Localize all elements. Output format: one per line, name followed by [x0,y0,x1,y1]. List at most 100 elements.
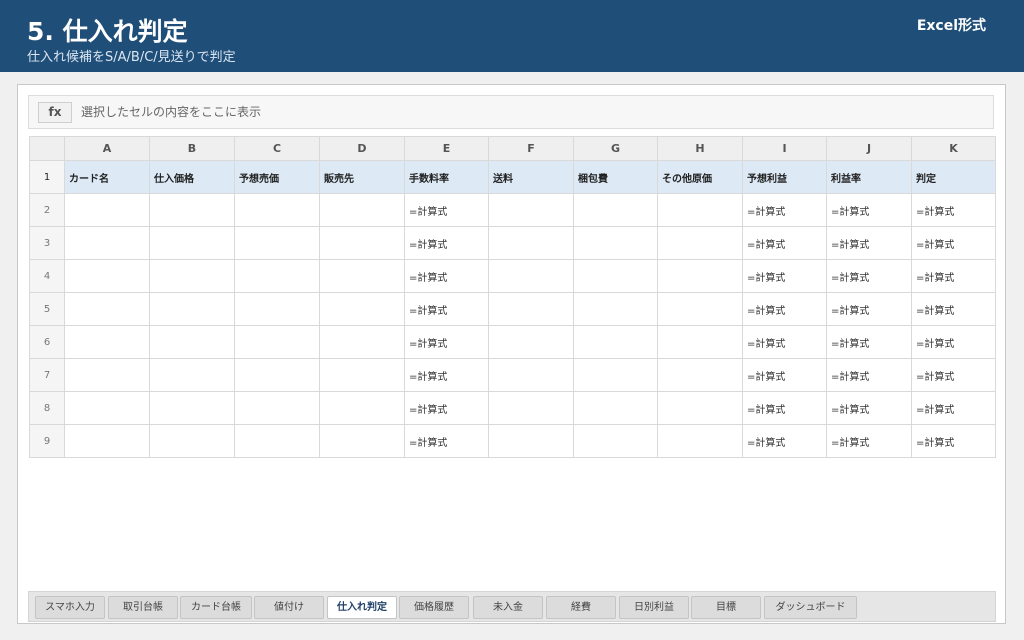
cell[interactable] [657,424,743,458]
cell[interactable]: =計算式 [742,292,827,326]
header-cell[interactable]: 予想利益 [742,160,827,194]
cell[interactable]: =計算式 [826,259,912,293]
cell[interactable]: =計算式 [826,226,912,260]
cell[interactable] [573,226,658,260]
cell[interactable] [149,226,235,260]
cell[interactable] [234,391,320,425]
cell[interactable]: =計算式 [826,424,912,458]
header-cell[interactable]: 手数料率 [404,160,489,194]
column-header[interactable]: B [149,136,235,161]
sheet-tab[interactable]: スマホ入力 [35,596,105,619]
cell[interactable] [234,226,320,260]
header-cell[interactable]: 判定 [911,160,996,194]
cell[interactable] [319,325,405,359]
cell[interactable]: =計算式 [742,391,827,425]
cell[interactable] [657,226,743,260]
cell[interactable] [149,358,235,392]
sheet-tab[interactable]: 仕入れ判定 [327,596,397,619]
column-header[interactable]: D [319,136,405,161]
cell[interactable] [319,259,405,293]
cell[interactable] [149,259,235,293]
cell[interactable] [319,292,405,326]
column-header[interactable]: J [826,136,912,161]
cell[interactable] [657,391,743,425]
cell[interactable] [149,292,235,326]
sheet-tab[interactable]: カード台帳 [180,596,252,619]
column-header[interactable]: H [657,136,743,161]
cell[interactable]: =計算式 [911,193,996,227]
cell[interactable]: =計算式 [404,325,489,359]
header-cell[interactable]: 送料 [488,160,574,194]
cell[interactable]: =計算式 [911,292,996,326]
sheet-tab[interactable]: 目標 [691,596,761,619]
cell[interactable]: =計算式 [404,391,489,425]
cell[interactable]: =計算式 [742,193,827,227]
cell[interactable] [234,259,320,293]
cell[interactable]: =計算式 [826,358,912,392]
cell[interactable] [488,391,574,425]
row-number[interactable]: 8 [29,391,65,425]
cell[interactable]: =計算式 [911,226,996,260]
cell[interactable] [149,325,235,359]
header-cell[interactable]: 仕入価格 [149,160,235,194]
row-number[interactable]: 3 [29,226,65,260]
cell[interactable]: =計算式 [911,424,996,458]
sheet-tab[interactable]: 経費 [546,596,616,619]
cell[interactable] [657,259,743,293]
cell[interactable]: =計算式 [742,424,827,458]
cell[interactable]: =計算式 [404,193,489,227]
cell[interactable]: =計算式 [826,292,912,326]
sheet-tab[interactable]: 価格履歴 [399,596,469,619]
cell[interactable] [64,391,150,425]
sheet-tab[interactable]: 値付け [254,596,324,619]
cell[interactable]: =計算式 [404,292,489,326]
column-header[interactable]: K [911,136,996,161]
row-number[interactable]: 9 [29,424,65,458]
cell[interactable] [64,424,150,458]
cell[interactable] [234,193,320,227]
cell[interactable] [234,424,320,458]
cell[interactable] [64,358,150,392]
cell[interactable]: =計算式 [826,193,912,227]
cell[interactable] [573,358,658,392]
column-header[interactable]: F [488,136,574,161]
cell[interactable]: =計算式 [742,325,827,359]
formula-input[interactable]: 選択したセルの内容をここに表示 [81,105,261,120]
cell[interactable] [64,325,150,359]
header-cell[interactable]: その他原価 [657,160,743,194]
cell[interactable] [657,358,743,392]
cell[interactable] [64,193,150,227]
cell[interactable] [488,325,574,359]
cell[interactable] [319,193,405,227]
cell[interactable] [573,391,658,425]
cell[interactable] [234,358,320,392]
cell[interactable]: =計算式 [404,226,489,260]
cell[interactable] [573,292,658,326]
cell[interactable]: =計算式 [404,259,489,293]
cell[interactable]: =計算式 [911,358,996,392]
cell[interactable] [234,325,320,359]
column-header[interactable]: C [234,136,320,161]
cell[interactable] [657,292,743,326]
cell[interactable]: =計算式 [404,358,489,392]
cell[interactable]: =計算式 [826,391,912,425]
cell[interactable]: =計算式 [911,391,996,425]
cell[interactable]: =計算式 [742,358,827,392]
cell[interactable] [149,424,235,458]
cell[interactable]: =計算式 [742,259,827,293]
cell[interactable] [488,358,574,392]
column-header[interactable]: A [64,136,150,161]
cell[interactable] [319,424,405,458]
row-number[interactable]: 6 [29,325,65,359]
cell[interactable]: =計算式 [742,226,827,260]
cell[interactable] [573,325,658,359]
row-number[interactable]: 7 [29,358,65,392]
header-cell[interactable]: カード名 [64,160,150,194]
cell[interactable] [657,193,743,227]
cell[interactable] [319,391,405,425]
cell[interactable] [149,391,235,425]
sheet-tab[interactable]: ダッシュボード [764,596,857,619]
cell[interactable] [488,193,574,227]
row-number[interactable]: 5 [29,292,65,326]
cell[interactable] [573,193,658,227]
